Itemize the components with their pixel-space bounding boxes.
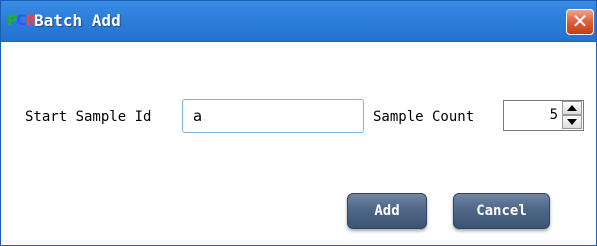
sample-count-label: Sample Count <box>373 109 475 125</box>
up-arrow-icon <box>567 105 577 111</box>
dialog-content: Start Sample Id Sample Count 5 Add Cance… <box>1 42 596 245</box>
close-icon: ✕ <box>571 9 589 33</box>
title-bar[interactable]: PCR Batch Add ✕ <box>1 1 596 42</box>
batch-add-dialog: PCR Batch Add ✕ Start Sample Id Sample C… <box>0 0 597 246</box>
add-button[interactable]: Add <box>347 193 427 229</box>
down-arrow-icon <box>567 119 577 125</box>
spin-down-button[interactable] <box>562 115 582 129</box>
pcr-app-icon: PCR <box>7 13 36 29</box>
cancel-button[interactable]: Cancel <box>453 193 550 229</box>
sample-count-value[interactable]: 5 <box>504 101 558 130</box>
spin-up-button[interactable] <box>562 101 582 115</box>
start-sample-id-label: Start Sample Id <box>25 109 152 125</box>
close-button[interactable]: ✕ <box>566 9 594 35</box>
start-sample-id-input[interactable] <box>182 99 364 133</box>
dialog-title: Batch Add <box>34 11 121 30</box>
sample-count-stepper[interactable]: 5 <box>503 100 584 131</box>
